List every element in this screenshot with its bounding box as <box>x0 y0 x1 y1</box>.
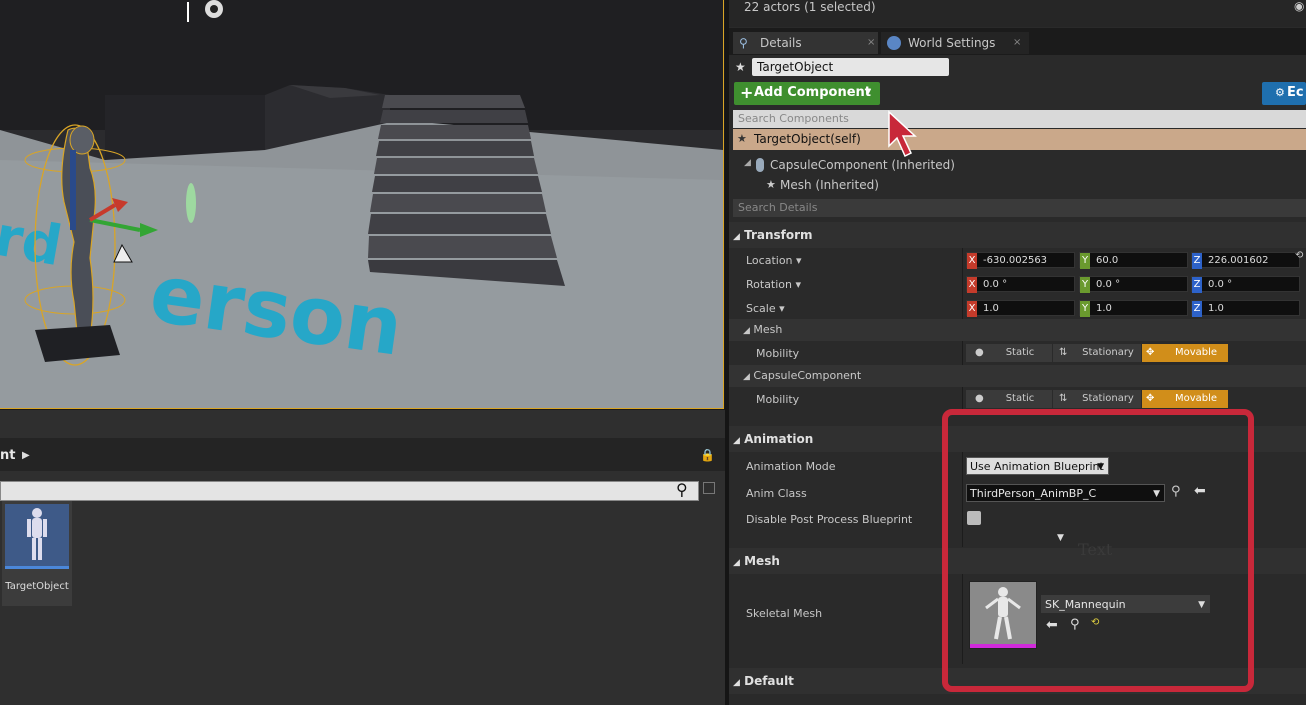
mesh-movable-button[interactable]: ✥ Movable <box>1142 344 1228 362</box>
mesh-stationary-button[interactable]: ⇅ Stationary <box>1053 344 1141 362</box>
outliner-status: 22 actors (1 selected) <box>744 0 876 14</box>
search-components-input[interactable]: Search Components <box>733 110 1306 128</box>
capsule-movable-button[interactable]: ✥ Movable <box>1142 390 1228 408</box>
save-icon[interactable] <box>703 482 715 494</box>
tab-details-label: Details <box>760 36 802 50</box>
actor-icon: ★ <box>737 132 747 145</box>
mannequin-icon <box>27 508 47 560</box>
close-icon[interactable]: × <box>867 32 875 54</box>
plus-icon: + <box>740 83 754 102</box>
floor-text-left: rd <box>0 204 67 279</box>
viewport-scene: erson rd <box>0 0 723 408</box>
collapse-arrow-icon: ◢ <box>733 232 740 242</box>
edit-blueprint-label: Ec <box>1287 85 1304 100</box>
capsule-icon <box>756 158 764 172</box>
mesh-figure-icon: ★ <box>766 178 776 191</box>
capsule-stationary-button[interactable]: ⇅ Stationary <box>1053 390 1141 408</box>
actor-icon: ★ <box>735 60 746 74</box>
asset-tile[interactable]: TargetObject <box>2 501 72 606</box>
animation-title: Animation <box>744 432 814 446</box>
add-component-label: Add Component <box>754 85 871 100</box>
component-self-row[interactable]: ★ TargetObject(self) <box>733 129 1306 150</box>
location-x-field[interactable]: X -630.002563 <box>966 252 1075 269</box>
rotation-label[interactable]: Rotation ▾ <box>746 278 801 291</box>
search-icon[interactable]: ⚲ <box>676 480 688 499</box>
content-browser-title: nt <box>0 448 16 463</box>
content-browser-header <box>0 438 725 471</box>
rotation-x-field[interactable]: X 0.0 ° <box>966 276 1075 293</box>
eye-icon[interactable]: ◉ <box>1294 0 1304 13</box>
chevron-down-icon: ▼ <box>865 87 872 96</box>
mesh-section-title: Mesh <box>744 554 780 568</box>
component-self-label: TargetObject(self) <box>754 132 861 146</box>
rotation-z-field[interactable]: Z 0.0 ° <box>1191 276 1300 293</box>
mesh-static-button[interactable]: ● Static <box>966 344 1052 362</box>
level-viewport[interactable]: erson rd <box>0 0 724 409</box>
collapse-arrow-icon[interactable]: ◢ <box>744 158 751 168</box>
skeletal-mesh-label: Skeletal Mesh <box>746 607 823 620</box>
tab-world-settings-label: World Settings <box>908 36 996 50</box>
path-arrow-icon[interactable]: ▶ <box>22 450 30 461</box>
component-capsule-label[interactable]: CapsuleComponent (Inherited) <box>770 158 955 172</box>
edit-blueprint-button[interactable]: ⚙ Ec <box>1262 82 1306 105</box>
capsule-static-button[interactable]: ● Static <box>966 390 1052 408</box>
rotation-y-field[interactable]: Y 0.0 ° <box>1079 276 1188 293</box>
anim-class-label: Anim Class <box>746 487 807 500</box>
location-y-field[interactable]: Y 60.0 <box>1079 252 1188 269</box>
lock-icon[interactable]: 🔒 <box>700 448 715 462</box>
globe-icon <box>887 36 901 50</box>
highlight-box <box>942 409 1254 692</box>
asset-search-input[interactable] <box>0 481 699 501</box>
gear-icon: ⚙ <box>1275 86 1285 99</box>
scale-y-field[interactable]: Y 1.0 <box>1079 300 1188 317</box>
mesh-mobility-group[interactable]: ◢ Mesh <box>729 319 1306 341</box>
details-panel: 22 actors (1 selected) ◉ ⚲ Details × Wor… <box>729 0 1306 705</box>
component-mesh-label[interactable]: Mesh (Inherited) <box>780 178 879 192</box>
light-sprite <box>186 183 196 223</box>
tab-details[interactable]: ⚲ Details × <box>733 32 878 54</box>
transform-title: Transform <box>744 228 813 242</box>
mesh-mobility-label: Mobility <box>756 347 800 360</box>
mouse-cursor-icon <box>888 110 917 158</box>
search-details-input[interactable]: Search Details <box>733 199 1306 217</box>
reset-arrow-icon[interactable]: ⟲ <box>1295 250 1303 261</box>
asset-thumbnail <box>5 504 69 569</box>
location-z-field[interactable]: Z 226.001602 <box>1191 252 1300 269</box>
scale-x-field[interactable]: X 1.0 <box>966 300 1075 317</box>
scale-label[interactable]: Scale ▾ <box>746 302 785 315</box>
transform-section-header[interactable]: ◢ Transform <box>729 222 1306 248</box>
asset-name: TargetObject <box>5 581 69 592</box>
content-browser: nt ▶ 🔒 ⚲ TargetObject <box>0 410 725 705</box>
tab-world-settings[interactable]: World Settings × <box>881 32 1029 54</box>
location-label[interactable]: Location ▾ <box>746 254 802 267</box>
default-title: Default <box>744 674 794 688</box>
add-component-button[interactable]: + Add Component ▼ <box>734 82 880 105</box>
animation-mode-label: Animation Mode <box>746 460 836 473</box>
scale-z-field[interactable]: Z 1.0 <box>1191 300 1300 317</box>
capsule-mobility-group[interactable]: ◢ CapsuleComponent <box>729 365 1306 387</box>
disable-pp-label: Disable Post Process Blueprint <box>746 513 913 526</box>
magnifier-icon: ⚲ <box>739 36 748 50</box>
close-icon[interactable]: × <box>1013 32 1021 54</box>
actor-name-input[interactable]: TargetObject <box>752 58 949 76</box>
capsule-mobility-label: Mobility <box>756 393 800 406</box>
